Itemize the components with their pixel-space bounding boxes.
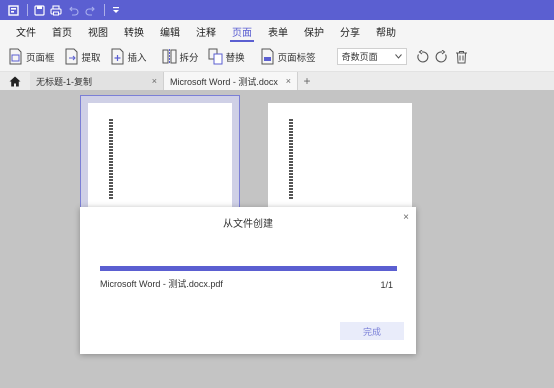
print-icon[interactable] bbox=[49, 3, 63, 17]
undo-icon[interactable] bbox=[66, 3, 80, 17]
tab-untitled-copy[interactable]: 无标题-1-复制 × bbox=[30, 72, 164, 90]
extract-label: 提取 bbox=[81, 52, 101, 64]
menu-page[interactable]: 页面 bbox=[224, 20, 260, 42]
menu-edit[interactable]: 编辑 bbox=[152, 20, 188, 42]
menu-convert[interactable]: 转换 bbox=[116, 20, 152, 42]
title-bar bbox=[0, 0, 554, 20]
replace-label: 替换 bbox=[225, 52, 245, 64]
insert-button[interactable]: 插入 bbox=[110, 48, 147, 65]
menu-help[interactable]: 帮助 bbox=[368, 20, 404, 42]
tab-label: Microsoft Word - 测试.docx bbox=[170, 76, 278, 87]
split-icon bbox=[162, 49, 177, 64]
app-logo-icon bbox=[6, 3, 20, 17]
close-icon[interactable]: × bbox=[286, 76, 291, 86]
rotate-right-icon bbox=[435, 49, 447, 62]
menu-view[interactable]: 视图 bbox=[80, 20, 116, 42]
quick-access-dropdown-icon[interactable] bbox=[109, 3, 123, 17]
close-icon[interactable]: × bbox=[403, 212, 409, 223]
rotate-right-button[interactable] bbox=[435, 49, 449, 64]
progress-bar bbox=[100, 266, 397, 271]
menu-file[interactable]: 文件 bbox=[8, 20, 44, 42]
save-icon[interactable] bbox=[32, 3, 46, 17]
title-divider bbox=[27, 4, 28, 16]
extract-icon bbox=[65, 48, 78, 65]
menu-home[interactable]: 首页 bbox=[44, 20, 80, 42]
menu-form[interactable]: 表单 bbox=[260, 20, 296, 42]
close-icon[interactable]: × bbox=[152, 76, 157, 86]
rotate-left-button[interactable] bbox=[415, 49, 429, 64]
insert-label: 插入 bbox=[127, 52, 147, 64]
finish-button[interactable]: 完成 bbox=[340, 322, 404, 340]
page-label-icon bbox=[261, 48, 274, 65]
page-text-lines bbox=[109, 119, 113, 199]
page-range-value: 奇数页面 bbox=[341, 52, 378, 62]
replace-icon bbox=[208, 48, 223, 65]
home-button[interactable] bbox=[0, 72, 30, 90]
insert-icon bbox=[111, 48, 124, 65]
trash-icon bbox=[455, 50, 467, 63]
page-frame-button[interactable]: 页面框 bbox=[8, 48, 55, 65]
create-from-file-dialog: 从文件创建 × Microsoft Word - 测试.docx.pdf 1/1… bbox=[80, 207, 416, 354]
delete-page-button[interactable] bbox=[455, 50, 468, 64]
page-frame-label: 页面框 bbox=[26, 52, 55, 64]
dialog-title: 从文件创建 bbox=[223, 219, 273, 230]
file-name-label: Microsoft Word - 测试.docx.pdf bbox=[100, 279, 223, 289]
menu-comment[interactable]: 注释 bbox=[188, 20, 224, 42]
title-divider bbox=[104, 4, 105, 16]
chevron-down-icon bbox=[394, 54, 402, 59]
replace-button[interactable]: 替换 bbox=[208, 48, 245, 65]
extract-button[interactable]: 提取 bbox=[64, 48, 101, 65]
menu-share[interactable]: 分享 bbox=[332, 20, 368, 42]
page-frame-icon bbox=[9, 48, 22, 65]
home-icon bbox=[9, 76, 21, 86]
page-label-button[interactable]: 页面标签 bbox=[260, 48, 316, 65]
rotate-left-icon bbox=[416, 49, 429, 62]
new-tab-button[interactable]: + bbox=[298, 72, 316, 90]
menu-bar: 文件 首页 视图 转换 编辑 注释 页面 表单 保护 分享 帮助 bbox=[0, 20, 554, 42]
page-toolbar: 页面框 提取 插入 拆分 替换 页面标签 奇数页面 bbox=[0, 42, 554, 72]
tab-label: 无标题-1-复制 bbox=[36, 76, 92, 87]
page-text-lines bbox=[289, 119, 293, 199]
menu-protect[interactable]: 保护 bbox=[296, 20, 332, 42]
file-count-label: 1/1 bbox=[380, 280, 393, 290]
tab-word-test[interactable]: Microsoft Word - 测试.docx × bbox=[164, 72, 298, 90]
redo-icon[interactable] bbox=[83, 3, 97, 17]
split-label: 拆分 bbox=[179, 52, 199, 64]
split-button[interactable]: 拆分 bbox=[162, 48, 199, 65]
page-range-select[interactable]: 奇数页面 bbox=[336, 48, 407, 65]
progress-fill bbox=[100, 266, 397, 271]
page-label-label: 页面标签 bbox=[277, 52, 316, 64]
document-tab-bar: 无标题-1-复制 × Microsoft Word - 测试.docx × + bbox=[0, 72, 554, 90]
